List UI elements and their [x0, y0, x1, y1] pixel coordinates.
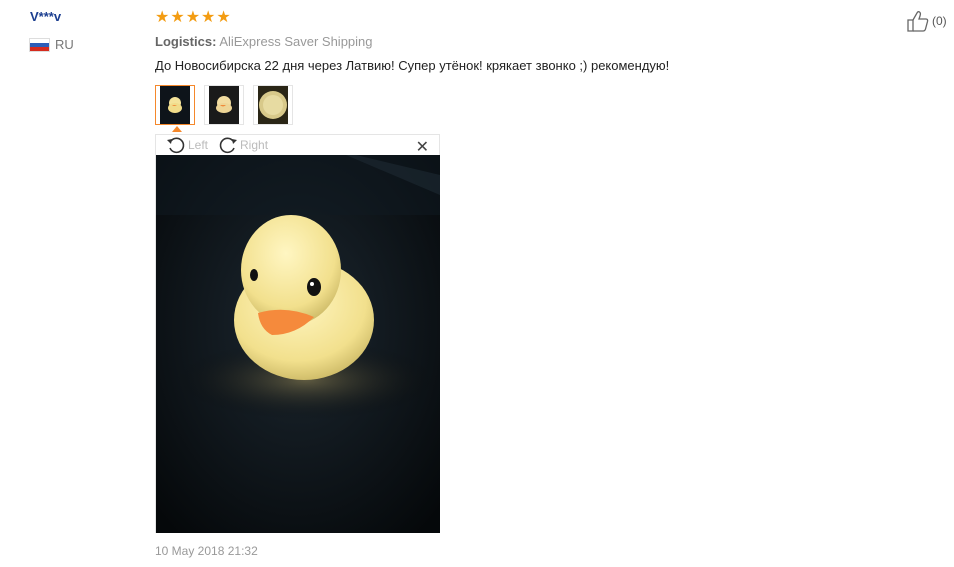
rotate-right-button[interactable]: Right — [218, 136, 268, 154]
reviewer-name: V***v — [30, 9, 62, 24]
rotate-left-icon — [167, 137, 185, 154]
thumbs-up-icon — [907, 11, 929, 32]
star-icon: ★ — [155, 9, 170, 26]
star-icon: ★ — [216, 9, 231, 26]
country-code: RU — [55, 37, 74, 52]
rotate-left-button[interactable]: Left — [166, 136, 208, 154]
rotate-left-label: Left — [188, 138, 209, 152]
reviewer-country: RU — [30, 37, 74, 52]
review-thumbnails — [155, 85, 293, 125]
review-date: 10 May 2018 21:32 — [155, 544, 258, 558]
active-thumbnail-pointer — [172, 126, 182, 132]
image-viewer: Left Right ✕ — [155, 134, 440, 533]
star-icon: ★ — [185, 9, 201, 26]
rotate-right-icon — [219, 137, 238, 154]
thumbnail-2[interactable] — [204, 85, 244, 125]
duck-photo — [156, 155, 440, 533]
thumbnail-1[interactable] — [155, 85, 195, 125]
logistics-info: Logistics: AliExpress Saver Shipping — [155, 34, 373, 49]
star-icon: ★ — [170, 9, 185, 26]
star-icon: ★ — [201, 9, 216, 26]
thumbnail-3[interactable] — [253, 85, 293, 125]
viewer-toolbar: Left Right ✕ — [156, 135, 439, 157]
like-count: (0) — [932, 14, 947, 28]
close-icon[interactable]: ✕ — [416, 137, 429, 157]
review-text: До Новосибирска 22 дня через Латвию! Суп… — [155, 58, 670, 73]
logistics-label: Logistics: — [155, 34, 217, 49]
duck-thumbnail-image — [258, 86, 288, 124]
duck-thumbnail-image — [160, 86, 190, 124]
russia-flag-icon — [30, 38, 49, 51]
rotate-right-label: Right — [240, 138, 269, 152]
star-rating: ★ ★ ★ ★ ★ — [155, 9, 231, 27]
logistics-value: AliExpress Saver Shipping — [219, 34, 373, 49]
like-button[interactable]: (0) — [906, 10, 947, 32]
duck-thumbnail-image — [209, 86, 239, 124]
